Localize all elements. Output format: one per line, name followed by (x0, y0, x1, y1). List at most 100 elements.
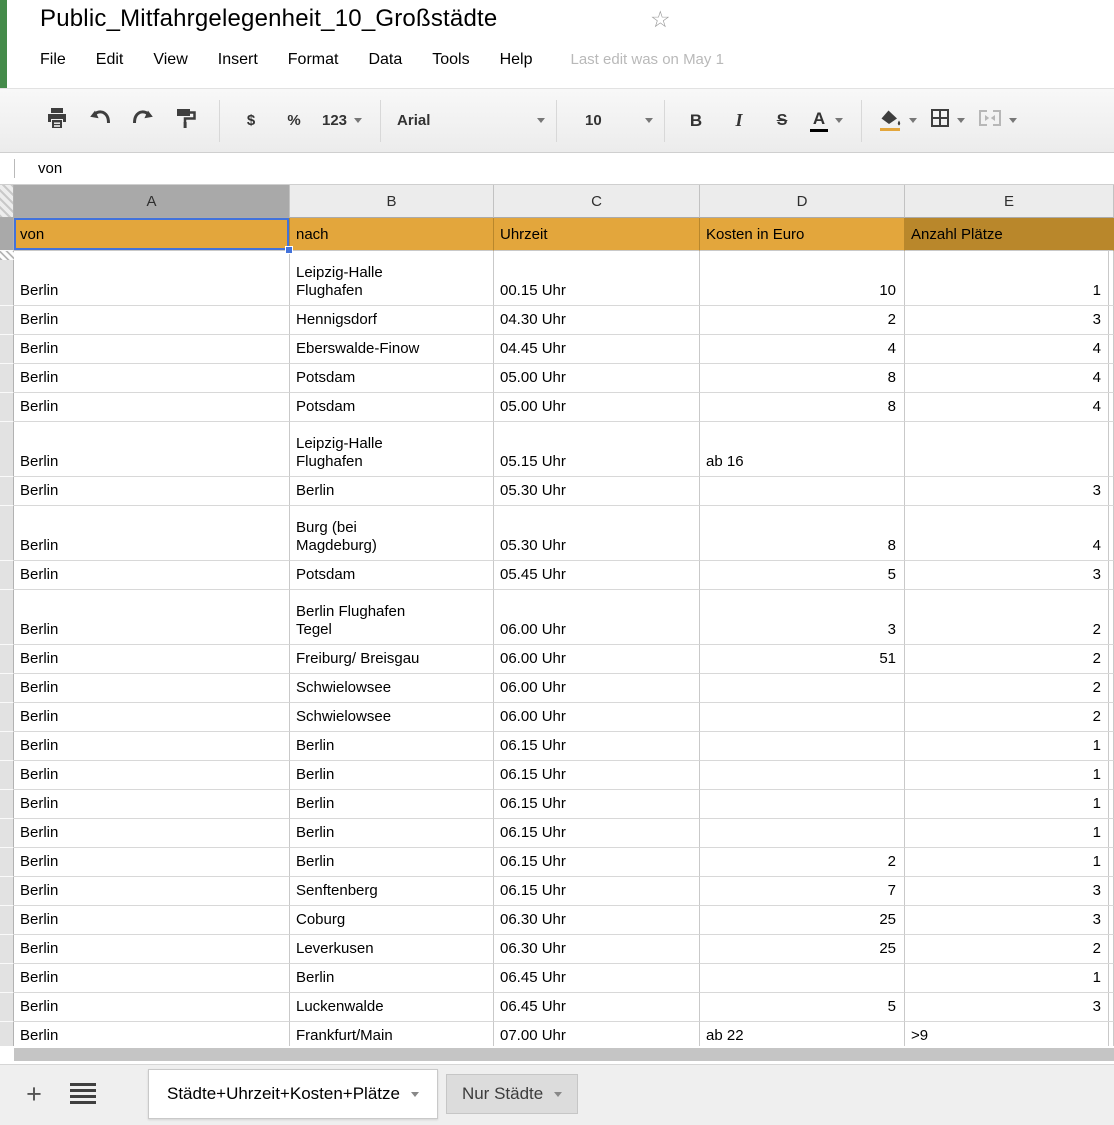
cell[interactable]: Eberswalde-Finow (290, 335, 494, 364)
cell[interactable]: Anzahl Plätze (905, 218, 1114, 251)
cell[interactable]: 4 (905, 506, 1114, 561)
cell[interactable]: Berlin (14, 993, 290, 1022)
cell[interactable]: Berlin (14, 251, 290, 306)
cell[interactable] (700, 732, 905, 761)
cell[interactable]: 7 (700, 877, 905, 906)
cell[interactable]: Kosten in Euro (700, 218, 905, 251)
sheet-tab-active[interactable]: Städte+Uhrzeit+Kosten+Plätze (148, 1069, 438, 1119)
cell[interactable]: 3 (905, 877, 1114, 906)
cell[interactable]: Berlin (14, 1022, 290, 1048)
cell[interactable]: 06.15 Uhr (494, 761, 700, 790)
strikethrough-button[interactable]: S (767, 103, 797, 139)
row-header[interactable] (0, 422, 14, 477)
cell[interactable]: Hennigsdorf (290, 306, 494, 335)
row-header[interactable] (0, 877, 14, 906)
column-header-A[interactable]: A (14, 185, 290, 218)
cell[interactable]: Berlin (14, 506, 290, 561)
row-header[interactable] (0, 590, 14, 645)
cell[interactable]: Berlin (14, 674, 290, 703)
format-currency-button[interactable]: $ (236, 103, 266, 139)
cell[interactable]: 00.15 Uhr (494, 251, 700, 306)
cell[interactable]: 2 (905, 703, 1114, 732)
cell[interactable]: Berlin (14, 590, 290, 645)
cell[interactable]: 06.30 Uhr (494, 906, 700, 935)
cell[interactable]: Berlin (14, 732, 290, 761)
format-percent-button[interactable]: % (279, 103, 309, 139)
cell[interactable]: ab 22 (700, 1022, 905, 1048)
cell[interactable]: Berlin (14, 964, 290, 993)
cell[interactable]: 06.00 Uhr (494, 674, 700, 703)
menu-file[interactable]: File (40, 51, 66, 69)
column-header-E[interactable]: E (905, 185, 1114, 218)
cell[interactable]: 1 (905, 790, 1114, 819)
cell[interactable]: Berlin (14, 364, 290, 393)
cell[interactable]: Berlin (14, 561, 290, 590)
cell[interactable]: Berlin (14, 393, 290, 422)
cell[interactable]: Berlin (14, 819, 290, 848)
cell[interactable]: 8 (700, 364, 905, 393)
cell[interactable]: 05.45 Uhr (494, 561, 700, 590)
cell[interactable]: Leverkusen (290, 935, 494, 964)
cell[interactable]: 1 (905, 819, 1114, 848)
cell[interactable]: Berlin (14, 703, 290, 732)
selected-cell-A1[interactable]: von (14, 218, 290, 251)
cell[interactable]: 1 (905, 251, 1114, 306)
cell[interactable]: 06.15 Uhr (494, 819, 700, 848)
cell[interactable]: 06.15 Uhr (494, 790, 700, 819)
cell[interactable]: 3 (700, 590, 905, 645)
cell[interactable]: 2 (905, 674, 1114, 703)
cell[interactable]: Berlin (14, 848, 290, 877)
menu-data[interactable]: Data (368, 51, 402, 69)
cell[interactable]: 04.45 Uhr (494, 335, 700, 364)
column-header-D[interactable]: D (700, 185, 905, 218)
cell[interactable]: 06.30 Uhr (494, 935, 700, 964)
row-header[interactable] (0, 819, 14, 848)
cell[interactable]: 3 (905, 561, 1114, 590)
cell[interactable] (700, 790, 905, 819)
row-header[interactable] (0, 732, 14, 761)
row-header[interactable] (0, 335, 14, 364)
add-sheet-button[interactable]: + (16, 1076, 52, 1112)
cell[interactable]: 07.00 Uhr (494, 1022, 700, 1048)
cell[interactable]: Berlin (290, 732, 494, 761)
all-sheets-button[interactable] (70, 1083, 96, 1104)
cell[interactable]: 06.00 Uhr (494, 703, 700, 732)
cell[interactable]: Berlin (14, 335, 290, 364)
cell[interactable]: Berlin (290, 964, 494, 993)
cell[interactable]: 4 (700, 335, 905, 364)
cell[interactable]: 05.30 Uhr (494, 477, 700, 506)
cell[interactable]: Berlin (290, 819, 494, 848)
cell[interactable]: 3 (905, 993, 1114, 1022)
formula-bar[interactable]: von (0, 153, 1114, 185)
cell[interactable]: 3 (905, 906, 1114, 935)
chevron-down-icon[interactable] (411, 1092, 419, 1097)
cell[interactable]: Berlin Flughafen Tegel (290, 590, 494, 645)
redo-button[interactable] (128, 103, 158, 139)
cell[interactable]: Burg (bei Magdeburg) (290, 506, 494, 561)
cell[interactable]: Berlin (14, 906, 290, 935)
cell[interactable]: 04.30 Uhr (494, 306, 700, 335)
row-header[interactable] (0, 848, 14, 877)
cell[interactable]: 1 (905, 848, 1114, 877)
cell[interactable]: Freiburg/ Breisgau (290, 645, 494, 674)
cell[interactable]: 06.15 Uhr (494, 732, 700, 761)
document-title[interactable]: Public_Mitfahrgelegenheit_10_Großstädte (40, 5, 497, 33)
paint-format-button[interactable] (171, 103, 201, 139)
cell[interactable]: Schwielowsee (290, 674, 494, 703)
cell[interactable]: 4 (905, 364, 1114, 393)
star-icon[interactable]: ☆ (650, 7, 671, 33)
chevron-down-icon[interactable] (554, 1092, 562, 1097)
cell[interactable]: Berlin (14, 306, 290, 335)
cell[interactable]: Berlin (14, 761, 290, 790)
row-header[interactable] (0, 993, 14, 1022)
cell[interactable]: Berlin (14, 935, 290, 964)
cell[interactable]: Luckenwalde (290, 993, 494, 1022)
cell[interactable]: 1 (905, 732, 1114, 761)
cell[interactable] (700, 477, 905, 506)
cell[interactable]: Schwielowsee (290, 703, 494, 732)
row-header[interactable] (0, 506, 14, 561)
cell[interactable] (700, 703, 905, 732)
row-header[interactable] (0, 790, 14, 819)
sheet-tab-inactive[interactable]: Nur Städte (446, 1074, 578, 1114)
cell[interactable]: 10 (700, 251, 905, 306)
